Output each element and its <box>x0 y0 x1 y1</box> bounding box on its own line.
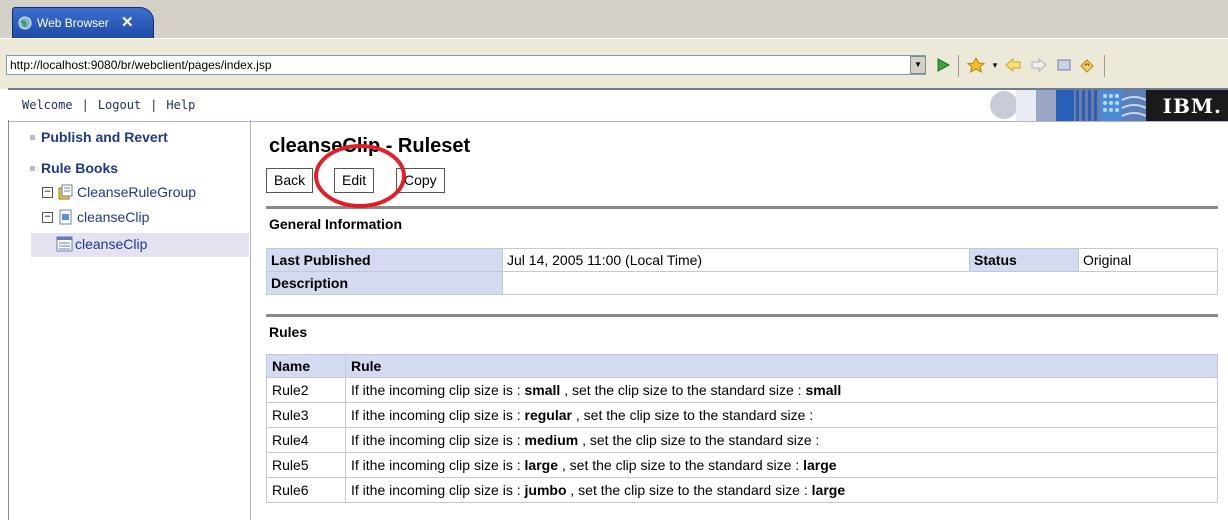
rule-text-prefix: If ithe incoming clip size is : <box>351 457 525 473</box>
section-divider <box>266 206 1218 209</box>
address-bar: http://localhost:9080/br/webclient/pages… <box>0 38 1228 89</box>
table-row[interactable]: Rule4 If ithe incoming clip size is : me… <box>266 427 1218 453</box>
publish-revert-link[interactable]: Publish and Revert <box>41 129 168 145</box>
ibm-banner: IBM. <box>986 90 1228 121</box>
section-divider <box>266 314 1218 317</box>
rule-input-size: large <box>524 457 558 473</box>
rule-text: If ithe incoming clip size is : regular … <box>345 402 1218 428</box>
tree-item-cleanse-rule-group[interactable]: − CleanseRuleGroup <box>42 184 196 200</box>
table-row: Last Published Jul 14, 2005 11:00 (Local… <box>266 248 1218 272</box>
description-label: Description <box>266 271 503 295</box>
rule-text-middle: , set the clip size to the standard size… <box>557 457 804 473</box>
rule-name: Rule4 <box>266 427 346 453</box>
bullet-icon <box>30 166 35 171</box>
table-row: Description <box>266 271 1218 295</box>
rule-input-size: jumbo <box>524 482 567 498</box>
rule-output-size: large <box>811 482 846 498</box>
rule-text-middle: , set the clip size to the standard size… <box>560 382 806 398</box>
globe-icon <box>18 16 32 30</box>
collapse-toggle-icon[interactable]: − <box>42 186 53 198</box>
rule-text-prefix: If ithe incoming clip size is : <box>351 407 525 423</box>
ibm-logo: IBM. <box>1162 94 1222 118</box>
window-left-border <box>8 120 9 520</box>
nav-help-link[interactable]: Help <box>166 98 195 112</box>
rule-group-icon <box>58 184 73 200</box>
back-button[interactable]: Back <box>266 168 314 193</box>
nav-separator: | <box>81 98 89 112</box>
description-value <box>502 271 1218 295</box>
url-dropdown-icon[interactable]: ▼ <box>910 56 926 74</box>
general-information-table: Last Published Jul 14, 2005 11:00 (Local… <box>266 248 1218 295</box>
rules-table: Name Rule Rule2 If ithe incoming clip si… <box>266 354 1218 503</box>
nav-logout-link[interactable]: Logout <box>98 98 141 112</box>
rule-text: If ithe incoming clip size is : large , … <box>345 452 1218 478</box>
app-header: Welcome | Logout | Help IBM. <box>8 88 1228 122</box>
rule-text-prefix: If ithe incoming clip size is : <box>351 382 525 398</box>
general-information-heading: General Information <box>269 216 403 232</box>
sidebar: Publish and Revert Rule Books − CleanseR… <box>22 120 251 520</box>
table-header-row: Name Rule <box>266 354 1218 378</box>
bullet-icon <box>30 135 35 140</box>
table-row[interactable]: Rule2 If ithe incoming clip size is : sm… <box>266 377 1218 403</box>
tree-item-label: cleanseClip <box>77 209 150 225</box>
toolbar-separator <box>958 55 959 77</box>
go-icon[interactable] <box>936 57 950 73</box>
main-content: cleanseClip - Ruleset Back Edit Copy Gen… <box>266 120 1228 520</box>
editor-tab-strip: Web Browser ✕ <box>0 0 1228 38</box>
stop-icon[interactable] <box>1056 57 1072 73</box>
tree-item-label: cleanseClip <box>75 236 148 252</box>
favorites-dropdown-icon[interactable]: ▾ <box>990 57 1000 73</box>
nav-welcome-link[interactable]: Welcome <box>22 98 73 112</box>
rule-name: Rule6 <box>266 477 346 503</box>
rule-name: Rule3 <box>266 402 346 428</box>
rule-text-prefix: If ithe incoming clip size is : <box>351 432 525 448</box>
nav-separator: | <box>150 98 158 112</box>
close-icon[interactable]: ✕ <box>121 13 134 31</box>
status-label: Status <box>969 248 1079 272</box>
toolbar-separator <box>1104 55 1105 77</box>
rule-input-size: medium <box>524 432 579 448</box>
table-row[interactable]: Rule6 If ithe incoming clip size is : ju… <box>266 477 1218 503</box>
rule-text-middle: , set the clip size to the standard size… <box>578 432 820 448</box>
top-nav: Welcome | Logout | Help <box>22 98 195 112</box>
rule-books-link[interactable]: Rule Books <box>41 160 118 176</box>
collapse-toggle-icon[interactable]: − <box>42 211 53 223</box>
rule-text-prefix: If ithe incoming clip size is : <box>351 482 525 498</box>
ruleset-icon <box>56 236 73 252</box>
rule-input-size: small <box>524 382 561 398</box>
rule-output-size: small <box>805 382 842 398</box>
forward-icon[interactable] <box>1030 57 1048 73</box>
tree-item-label: CleanseRuleGroup <box>77 184 197 200</box>
rule-text: If ithe incoming clip size is : jumbo , … <box>345 477 1218 503</box>
rule-text-middle: , set the clip size to the standard size… <box>571 407 814 423</box>
last-published-value: Jul 14, 2005 11:00 (Local Time) <box>502 248 970 272</box>
back-icon[interactable] <box>1004 57 1022 73</box>
url-input[interactable]: http://localhost:9080/br/webclient/pages… <box>6 55 926 75</box>
rule-text: If ithe incoming clip size is : small , … <box>345 377 1218 403</box>
table-row[interactable]: Rule5 If ithe incoming clip size is : la… <box>266 452 1218 478</box>
favorites-icon[interactable] <box>966 57 986 73</box>
last-published-label: Last Published <box>266 248 503 272</box>
highlight-circle <box>314 144 406 208</box>
tab-web-browser[interactable]: Web Browser ✕ <box>12 7 154 38</box>
rule-name: Rule2 <box>266 377 346 403</box>
rule-book-icon <box>59 209 72 225</box>
rules-heading: Rules <box>269 324 308 340</box>
rule-output-size: large <box>803 457 837 473</box>
refresh-icon[interactable] <box>1078 57 1096 73</box>
tab-title: Web Browser <box>37 16 109 30</box>
rule-name: Rule5 <box>266 452 346 478</box>
rule-text-middle: , set the clip size to the standard size… <box>566 482 812 498</box>
table-row[interactable]: Rule3 If ithe incoming clip size is : re… <box>266 402 1218 428</box>
column-header-rule: Rule <box>345 354 1218 378</box>
column-header-name: Name <box>266 354 346 378</box>
rule-text: If ithe incoming clip size is : medium ,… <box>345 427 1218 453</box>
status-value: Original <box>1078 248 1218 272</box>
tree-item-cleanse-clip-book[interactable]: − cleanseClip <box>42 209 149 225</box>
tree-item-cleanse-clip-ruleset[interactable]: cleanseClip <box>56 236 147 252</box>
rule-input-size: regular <box>524 407 572 423</box>
